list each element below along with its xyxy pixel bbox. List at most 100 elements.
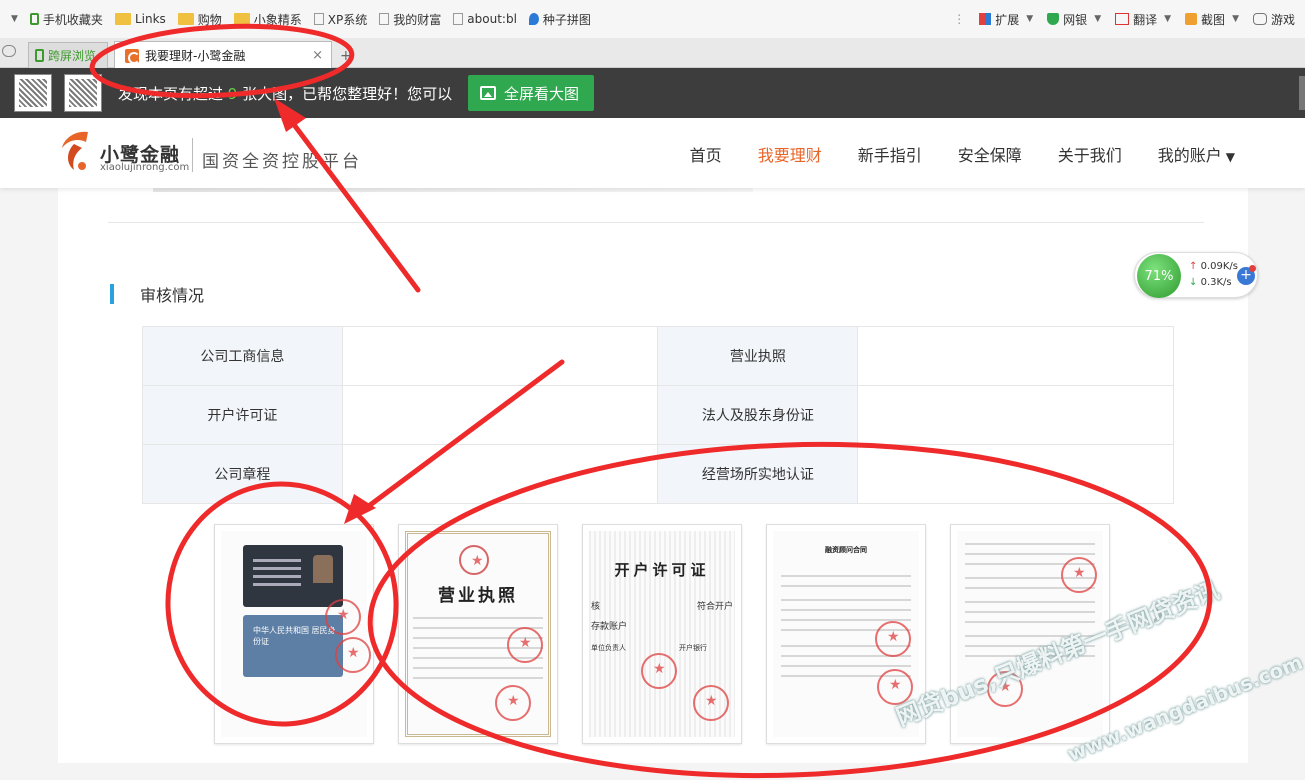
toolbar-right: ⋮ 扩展 ▼ 网银 ▼ 翻译 ▼ 截图 ▼ 游戏 — [953, 0, 1295, 38]
nav-about[interactable]: 关于我们 — [1058, 142, 1122, 166]
seal-icon — [325, 599, 361, 635]
id-card-front — [243, 545, 343, 607]
tab-bar: 跨屏浏览 我要理财-小鹭金融 × + — [0, 38, 1305, 69]
audit-value — [857, 385, 1174, 445]
notice-scroll-edge — [1299, 76, 1305, 110]
seal-icon — [641, 653, 677, 689]
memory-usage-ball[interactable]: 71% — [1137, 254, 1181, 298]
page-icon — [453, 13, 464, 25]
audit-value — [341, 326, 659, 386]
folder-icon — [233, 13, 250, 25]
table-row: 公司工商信息 营业执照 — [142, 326, 1174, 386]
banking-button[interactable]: 网银 ▼ — [1047, 11, 1101, 28]
nav-home[interactable]: 首页 — [690, 142, 722, 166]
nav-guide[interactable]: 新手指引 — [858, 142, 922, 166]
seal-icon — [1061, 557, 1097, 593]
image-thumbnail[interactable] — [14, 74, 52, 112]
document-title: 融资顾问合同 — [825, 546, 867, 554]
folder-icon — [114, 13, 131, 25]
section-accent-bar — [110, 284, 114, 304]
audit-label: 经营场所实地认证 — [657, 444, 859, 504]
audit-label: 公司章程 — [142, 444, 343, 504]
main-content: 审核情况 公司工商信息 营业执照 开户许可证 法人及股东身份证 公司章程 经营场… — [58, 182, 1248, 763]
phone-icon — [29, 13, 39, 25]
audit-value — [857, 444, 1174, 504]
audit-value — [341, 444, 659, 504]
tab-cross-screen[interactable]: 跨屏浏览 — [28, 42, 108, 68]
chevron-down-icon: ▼ — [1026, 14, 1034, 24]
translate-icon — [1115, 13, 1130, 25]
image-icon — [480, 86, 496, 100]
nav-invest[interactable]: 我要理财 — [758, 142, 822, 166]
image-notice-bar: 发现本页有超过 9 张大图，已帮您整理好！您可以 全屏看大图 — [0, 68, 1305, 118]
page-icon — [313, 13, 324, 25]
screenshot-button[interactable]: 截图 ▼ — [1185, 11, 1239, 28]
section-title: 审核情况 — [110, 284, 204, 305]
table-row: 公司章程 经营场所实地认证 — [142, 444, 1174, 504]
notification-dot — [1249, 265, 1256, 272]
bookmark-xp[interactable]: XP系统 — [313, 11, 367, 28]
phone-icon — [35, 49, 44, 62]
toolbar-grip-icon: ⋮ — [953, 12, 966, 26]
site-header: 小鹭金融 xiaolujinrong.com 国资全资控股平台 首页 我要理财 … — [0, 118, 1305, 188]
new-tab-button[interactable]: + — [340, 48, 352, 64]
bookmark-shopping[interactable]: 购物 — [177, 11, 222, 28]
bookmark-bar: ▼ 手机收藏夹 Links 购物 小象精系 XP系统 我的财富 about:bl… — [0, 0, 1305, 38]
games-button[interactable]: 游戏 — [1252, 11, 1295, 28]
shield-icon — [1047, 13, 1060, 25]
audit-value — [341, 385, 659, 445]
fullscreen-gallery-button[interactable]: 全屏看大图 — [468, 75, 594, 111]
image-thumbnail[interactable] — [64, 74, 102, 112]
network-speed-widget[interactable]: 71% ↑ 0.09K/s ↓ 0.3K/s + — [1134, 252, 1258, 298]
document-title: 营业执照 — [438, 586, 518, 606]
document-title: 开户许可证 — [614, 561, 710, 579]
grid-icon — [979, 13, 992, 25]
egret-logo-icon[interactable] — [58, 126, 98, 174]
close-icon[interactable]: × — [312, 48, 323, 63]
seal-icon — [507, 627, 543, 663]
tab-active[interactable]: 我要理财-小鹭金融 × — [114, 41, 332, 69]
arrow-down-icon: ↓ — [1189, 277, 1198, 288]
bookmark-links[interactable]: Links — [114, 12, 166, 26]
chevron-down-icon: ▼ — [1094, 14, 1102, 24]
chevron-down-icon: ▼ — [1225, 150, 1235, 164]
audit-value — [857, 326, 1174, 386]
bookmark-menu-caret[interactable]: ▼ — [11, 14, 18, 24]
folder-icon — [177, 13, 194, 25]
bookmark-about[interactable]: about:bl — [453, 12, 517, 26]
audit-label: 营业执照 — [657, 326, 859, 386]
cloud-icon[interactable] — [2, 45, 16, 57]
audit-label: 法人及股东身份证 — [657, 385, 859, 445]
main-nav: 首页 我要理财 新手指引 安全保障 关于我们 我的账户 ▼ — [690, 142, 1235, 166]
logo-divider — [192, 138, 193, 172]
arrow-up-icon: ↑ — [1189, 261, 1198, 272]
nav-account[interactable]: 我的账户 ▼ — [1158, 142, 1235, 166]
document-id-card[interactable]: 中华人民共和国 居民身份证 — [214, 524, 374, 744]
upload-speed: ↑ 0.09K/s — [1189, 261, 1238, 272]
divider — [108, 222, 1204, 223]
seal-icon — [335, 637, 371, 673]
nav-security[interactable]: 安全保障 — [958, 142, 1022, 166]
emblem-icon — [459, 545, 489, 575]
logo-slogan: 国资全资控股平台 — [202, 152, 362, 172]
audit-label: 开户许可证 — [142, 385, 343, 445]
bookmark-puzzle[interactable]: 种子拼图 — [528, 11, 591, 28]
download-speed: ↓ 0.3K/s — [1189, 277, 1232, 288]
document-business-license[interactable]: 营业执照 — [398, 524, 558, 744]
chevron-down-icon: ▼ — [1164, 14, 1172, 24]
bookmark-list: ▼ 手机收藏夹 Links 购物 小象精系 XP系统 我的财富 about:bl… — [0, 11, 603, 28]
table-row: 开户许可证 法人及股东身份证 — [142, 385, 1174, 445]
chevron-down-icon: ▼ — [1232, 14, 1239, 24]
bookmark-folder[interactable]: 小象精系 — [233, 11, 302, 28]
seal-icon — [693, 685, 729, 721]
page-icon — [379, 13, 390, 25]
document-account-permit[interactable]: 开户许可证 核 符合开户 存款账户 单位负责人 开户银行 — [582, 524, 742, 744]
extensions-button[interactable]: 扩展 ▼ — [979, 11, 1033, 28]
scissors-icon — [1185, 13, 1198, 25]
site-favicon-icon — [125, 48, 140, 64]
translate-button[interactable]: 翻译 ▼ — [1115, 11, 1171, 28]
bookmark-wealth[interactable]: 我的财富 — [379, 11, 441, 28]
bookmark-mobile[interactable]: 手机收藏夹 — [29, 11, 103, 28]
audit-label: 公司工商信息 — [142, 326, 343, 386]
gamepad-icon — [1252, 13, 1267, 25]
